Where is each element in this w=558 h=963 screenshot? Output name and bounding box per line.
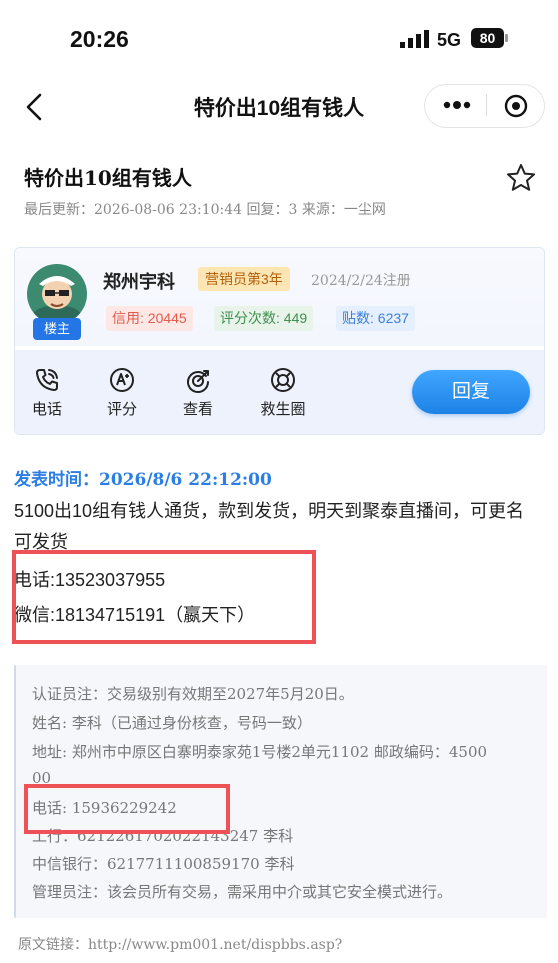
rating-count-badge: 评分次数: 449 [214, 306, 314, 331]
verification-line: 管理员注：该会员所有交易，需采用中介或其它安全模式进行。 [32, 883, 453, 901]
battery-icon: 80 [471, 28, 509, 48]
credit-badge: 信用: 20445 [106, 306, 193, 331]
close-miniprogram-icon[interactable] [504, 94, 528, 118]
more-icon[interactable] [440, 94, 474, 116]
reply-button[interactable]: 回复 [412, 370, 530, 414]
action-label: 查看 [182, 401, 213, 418]
action-label: 评分 [106, 401, 137, 418]
post-time: 发表时间：2026/8/6 22:12:00 [14, 470, 272, 490]
owner-badge: 楼主 [33, 318, 81, 340]
author-card: 楼主 郑州宇科 营销员第3年 2024/2/24注册 信用: 20445 评分次… [14, 247, 545, 435]
verification-line: 认证员注：交易级别有效期至2027年5月20日。 [32, 685, 354, 703]
author-name[interactable]: 郑州宇科 [103, 268, 175, 294]
action-lifebuoy[interactable]: 救生圈 [253, 366, 313, 419]
battery-level: 80 [471, 28, 504, 48]
post-body: 5100出10组有钱人通货，款到发货，明天到聚泰直播间，可更名可发货 [14, 501, 525, 550]
source-link[interactable]: 原文链接：http://www.pm001.net/dispbbs.asp? [18, 934, 342, 954]
verification-line: 地址: 郑州市中原区白寨明泰家苑1号楼2单元1102 邮政编码：4500 [32, 743, 488, 761]
phone-icon [36, 369, 58, 391]
highlight-box-phone [24, 784, 230, 834]
back-icon[interactable] [22, 92, 46, 122]
verification-line: 姓名: 李科（已通过身份核查，号码一致） [32, 714, 312, 732]
action-view[interactable]: 查看 [168, 366, 228, 419]
nav-title: 特价出10组有钱人 [193, 97, 365, 120]
post-count-badge: 贴数: 6237 [336, 306, 415, 331]
thread-title: 特价出10组有钱人 [24, 166, 192, 190]
action-label: 救生圈 [260, 401, 306, 418]
lifebuoy-icon [271, 368, 295, 392]
network-label: 5G [437, 30, 462, 50]
role-badge: 营销员第3年 [198, 267, 290, 291]
rate-icon [110, 368, 134, 392]
view-icon [187, 370, 209, 393]
signal-icon [400, 30, 429, 48]
capsule-divider [486, 94, 487, 116]
avatar[interactable] [27, 264, 87, 324]
status-time: 20:26 [70, 26, 129, 52]
action-rate[interactable]: 评分 [92, 366, 152, 419]
registration-date: 2024/2/24注册 [311, 273, 411, 289]
thread-meta: 最后更新：2026-08-06 23:10:44 回复：3 来源：一尘网 [24, 202, 386, 218]
favorite-star-icon[interactable] [505, 162, 537, 194]
highlight-box-contact [12, 550, 316, 644]
verification-line: 中信银行：6217711100859170 李科 [32, 855, 295, 873]
avatar-image [27, 264, 87, 324]
action-label: 电话 [31, 401, 62, 418]
action-phone[interactable]: 电话 [17, 366, 77, 419]
